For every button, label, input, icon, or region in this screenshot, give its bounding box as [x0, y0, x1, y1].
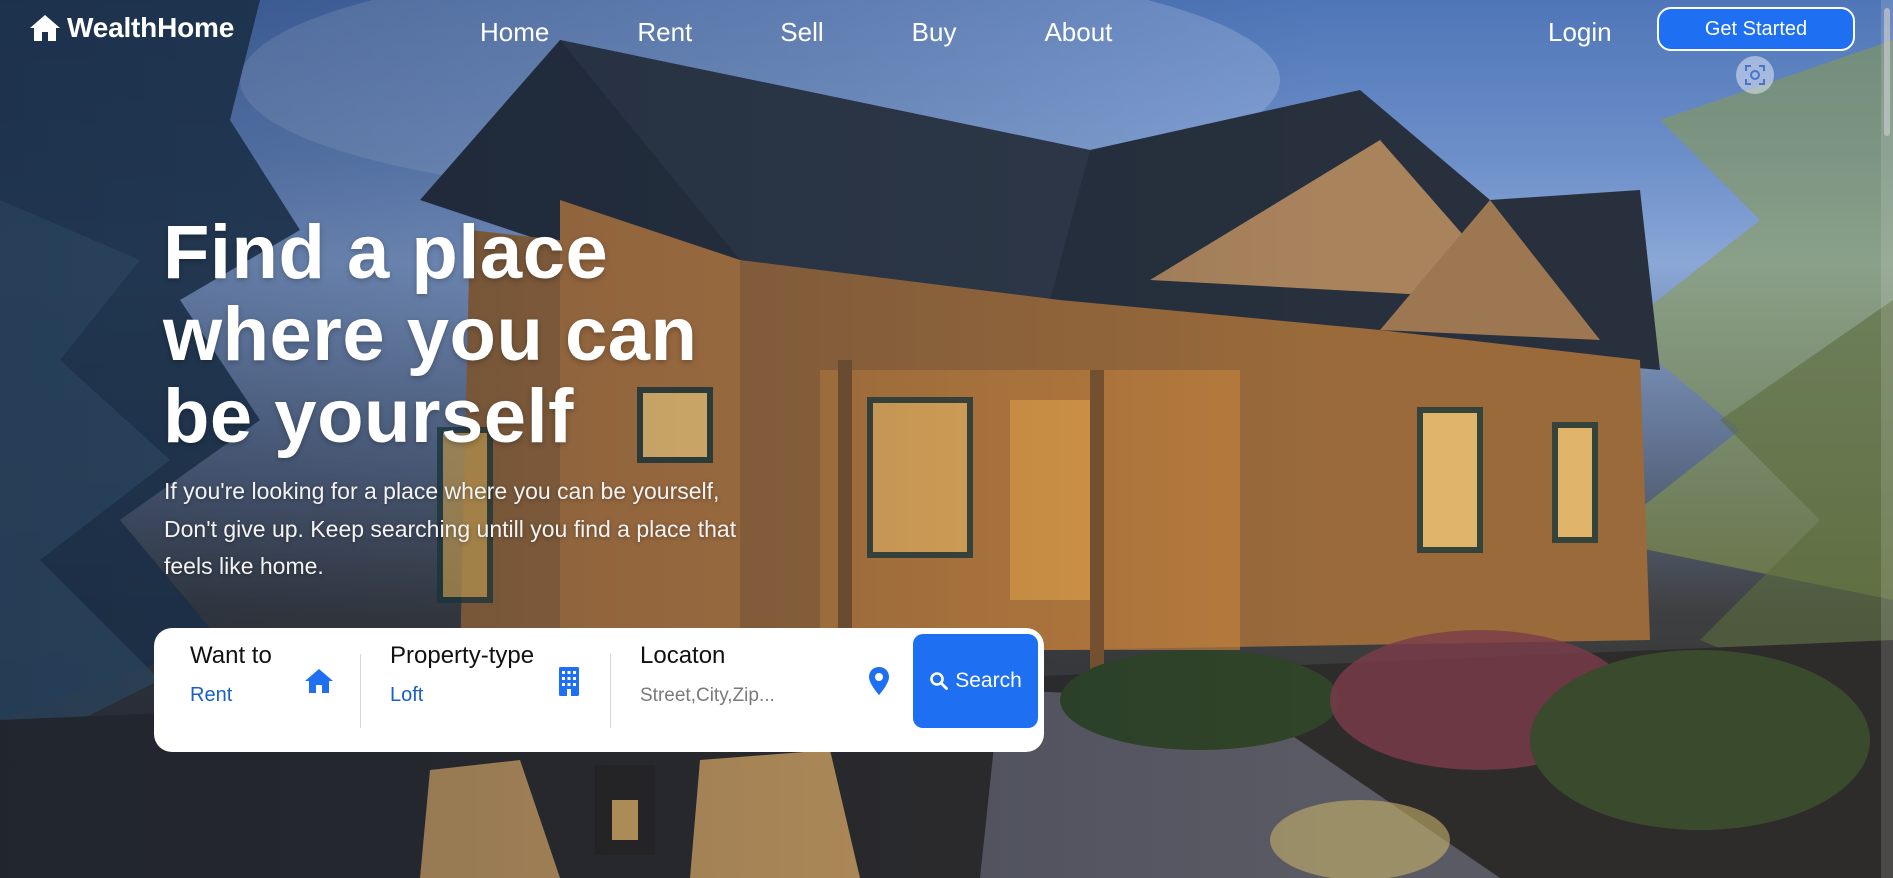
subtext-line: Don't give up. Keep searching untill you… — [164, 515, 737, 542]
login-link[interactable]: Login — [1548, 14, 1612, 50]
brand-name: WealthHome — [67, 12, 235, 43]
nav-link-home[interactable]: Home — [480, 14, 549, 50]
field-divider — [360, 654, 361, 728]
home-icon — [30, 15, 60, 41]
property-type-value: Loft — [390, 684, 424, 706]
location-label: Locaton — [640, 642, 726, 669]
nav-link-sell[interactable]: Sell — [780, 14, 823, 50]
want-to-select[interactable]: Want to Rent — [190, 628, 360, 752]
hero-headline: Find a place where you can be yourself — [163, 212, 783, 458]
property-search-bar: Want to Rent Property-type Loft Locaton — [154, 628, 1044, 752]
nav-links: Home Rent Sell Buy About — [480, 14, 1200, 50]
home-icon — [305, 669, 333, 693]
map-pin-icon — [869, 667, 889, 695]
building-icon — [559, 667, 579, 696]
property-type-select[interactable]: Property-type Loft — [390, 628, 600, 752]
search-button-label: Search — [955, 669, 1022, 692]
top-navbar: WealthHome Home Rent Sell Buy About Logi… — [0, 0, 1893, 94]
nav-link-buy[interactable]: Buy — [912, 14, 957, 50]
hero-subtext: If you're looking for a place where you … — [164, 473, 824, 586]
location-field: Locaton — [640, 628, 920, 752]
capture-focus-icon — [1745, 65, 1765, 85]
screenshot-capture-button[interactable] — [1736, 56, 1774, 94]
want-to-label: Want to — [190, 642, 272, 669]
nav-link-about[interactable]: About — [1044, 14, 1112, 50]
nav-link-rent[interactable]: Rent — [637, 14, 692, 50]
subtext-line: If you're looking for a place where you … — [164, 478, 720, 504]
property-type-label: Property-type — [390, 642, 535, 669]
headline-line: Find a place — [163, 210, 609, 295]
get-started-button[interactable]: Get Started — [1657, 7, 1855, 51]
search-icon — [930, 672, 949, 690]
location-input[interactable] — [640, 685, 840, 707]
page-scrollbar[interactable] — [1881, 0, 1893, 878]
brand-logo[interactable]: WealthHome — [29, 12, 234, 44]
search-button[interactable]: Search — [913, 634, 1038, 728]
subtext-line: feels like home. — [164, 553, 324, 579]
headline-line: be yourself — [163, 374, 574, 459]
field-divider — [610, 654, 611, 728]
want-to-value: Rent — [190, 684, 233, 706]
headline-line: where you can — [163, 292, 698, 377]
